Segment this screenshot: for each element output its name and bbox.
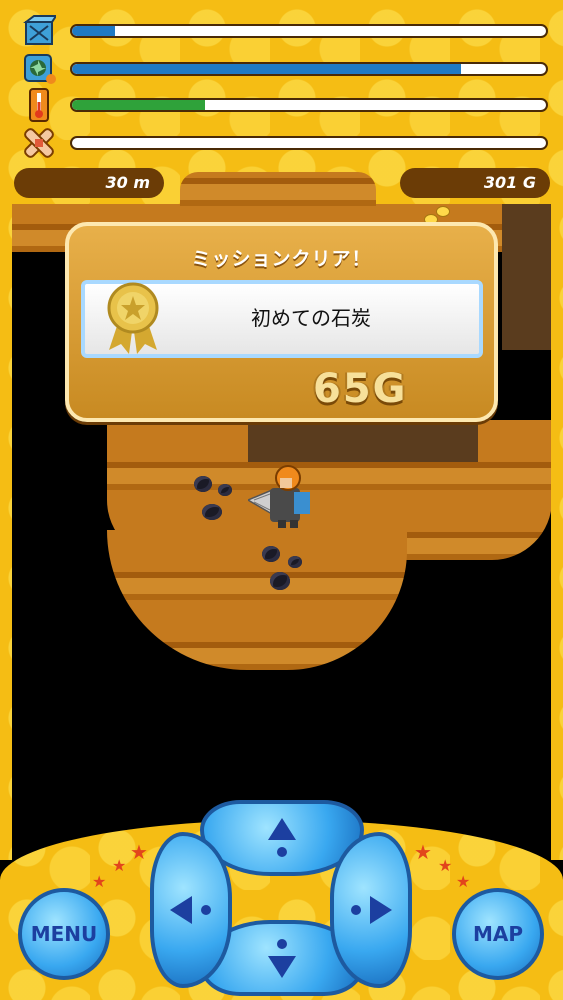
thermometer-icon xyxy=(22,88,56,122)
left-frame-rail xyxy=(0,200,12,860)
fuel-box-icon xyxy=(22,14,58,48)
menu-button-label: MENU xyxy=(30,922,98,946)
arrow-up-icon xyxy=(268,818,296,857)
star-icon: ★ xyxy=(438,856,453,875)
menu-button[interactable]: MENU xyxy=(18,888,110,980)
star-icon: ★ xyxy=(456,872,471,891)
fuel-bar xyxy=(70,24,548,38)
gold-medal-icon xyxy=(101,280,165,356)
mission-card: 初めての石炭 xyxy=(81,280,483,358)
depth-indicator: 30 m xyxy=(14,168,164,198)
coin xyxy=(436,206,450,217)
rock-wall xyxy=(502,200,551,350)
star-icon: ★ xyxy=(112,856,127,875)
oxygen-fan-icon xyxy=(22,52,56,86)
map-button-label: MAP xyxy=(472,922,524,946)
coal-ore[interactable] xyxy=(218,484,232,496)
coal-ore[interactable] xyxy=(262,546,280,562)
miner-character xyxy=(246,464,318,530)
star-icon: ★ xyxy=(92,872,107,891)
dpad-left-button[interactable] xyxy=(150,832,232,988)
coal-ore[interactable] xyxy=(202,504,222,520)
dirt-block xyxy=(107,530,407,670)
mission-clear-dialog[interactable]: ミッションクリア！ 初めての石炭 65G xyxy=(65,222,498,422)
star-icon: ★ xyxy=(414,840,432,864)
heat-gauge xyxy=(22,88,548,122)
dpad-right-button[interactable] xyxy=(330,832,412,988)
arrow-left-icon xyxy=(170,896,211,924)
star-icon: ★ xyxy=(130,840,148,864)
gold-indicator: 301 G xyxy=(400,168,550,198)
surface-dirt xyxy=(180,172,376,206)
reward-amount: 65G xyxy=(313,366,408,412)
arrow-down-icon xyxy=(268,939,296,978)
health-bar xyxy=(70,136,548,150)
coal-ore[interactable] xyxy=(194,476,212,492)
fuel-gauge xyxy=(22,14,548,48)
right-frame-rail xyxy=(551,200,563,860)
rock-slab xyxy=(248,422,478,462)
mission-name: 初めての石炭 xyxy=(251,306,371,330)
heat-bar xyxy=(70,98,548,112)
coal-ore[interactable] xyxy=(270,572,290,590)
coal-ore[interactable] xyxy=(288,556,302,568)
map-button[interactable]: MAP xyxy=(452,888,544,980)
health-gauge xyxy=(22,126,548,160)
bandage-icon xyxy=(22,126,56,160)
oxygen-bar xyxy=(70,62,548,76)
oxygen-gauge xyxy=(22,52,548,86)
mission-clear-title: ミッションクリア！ xyxy=(191,248,372,270)
arrow-right-icon xyxy=(351,896,392,924)
